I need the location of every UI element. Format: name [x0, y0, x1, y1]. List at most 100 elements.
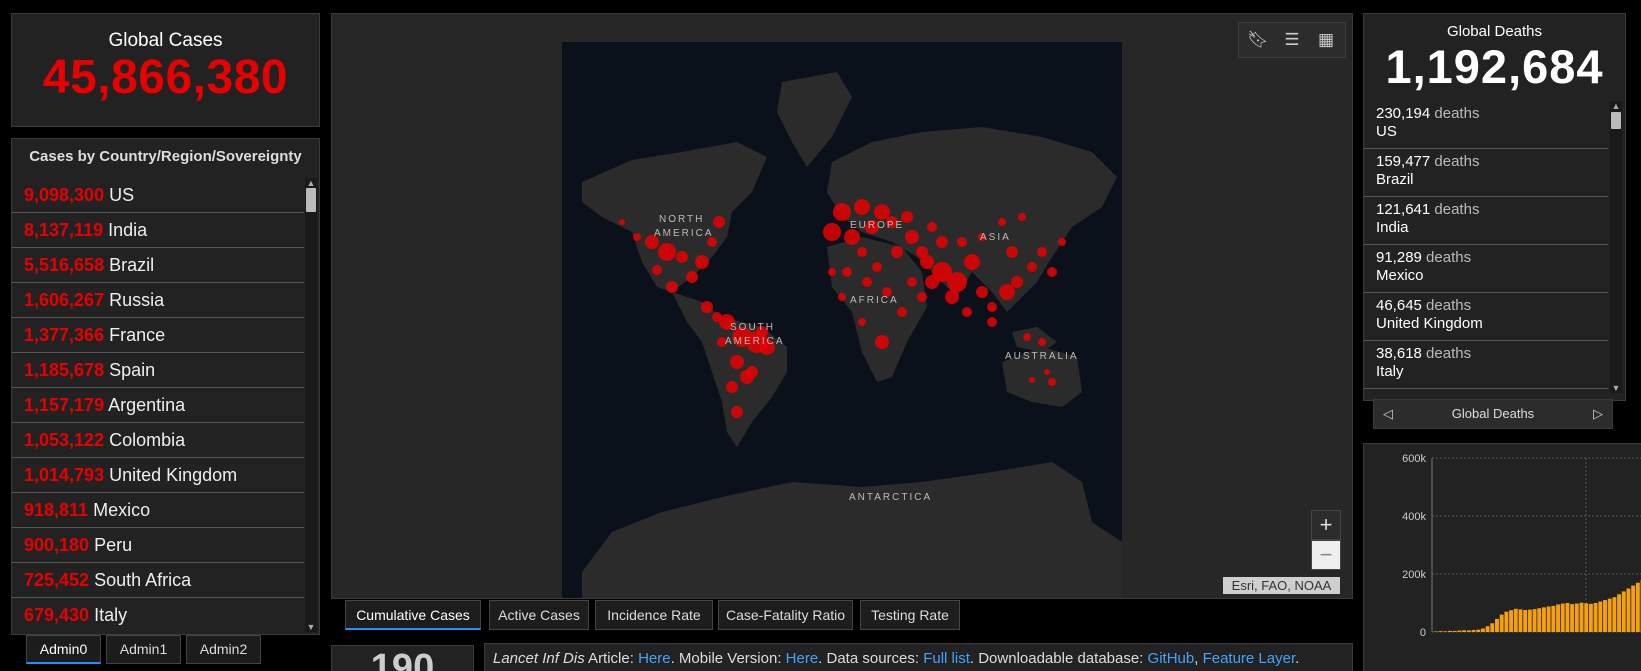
- chart-bar[interactable]: [1462, 630, 1467, 632]
- case-dot[interactable]: [695, 255, 709, 269]
- chart-bar[interactable]: [1621, 591, 1626, 632]
- list-item[interactable]: 46,645 deaths United Kingdom: [1364, 293, 1608, 341]
- case-dot[interactable]: [844, 229, 860, 245]
- case-dot[interactable]: [833, 203, 851, 221]
- case-dot[interactable]: [1058, 238, 1066, 246]
- github-link[interactable]: GitHub: [1148, 650, 1195, 667]
- chart-bar[interactable]: [1471, 629, 1476, 632]
- list-item[interactable]: 900,180 Peru: [12, 528, 304, 563]
- chart-bar[interactable]: [1499, 614, 1504, 632]
- chart-bar[interactable]: [1443, 631, 1448, 632]
- chart-bar[interactable]: [1603, 600, 1607, 632]
- scroll-thumb[interactable]: [306, 188, 316, 212]
- case-dot[interactable]: [947, 272, 967, 292]
- case-dot[interactable]: [686, 271, 698, 283]
- case-dot[interactable]: [712, 312, 722, 322]
- list-item[interactable]: 1,014,793 United Kingdom: [12, 458, 304, 493]
- chart-bar[interactable]: [1607, 598, 1612, 632]
- case-dot[interactable]: [1048, 378, 1056, 386]
- list-item[interactable]: 1,185,678 Spain: [12, 353, 304, 388]
- bookmark-icon[interactable]: 🔖︎: [1247, 29, 1269, 51]
- list-item[interactable]: 1,157,179 Argentina: [12, 388, 304, 423]
- chart-bar[interactable]: [1617, 594, 1622, 632]
- case-dot[interactable]: [858, 318, 866, 326]
- zoom-in-button[interactable]: +: [1311, 510, 1341, 540]
- chart-bar[interactable]: [1542, 607, 1546, 632]
- case-dot[interactable]: [658, 243, 676, 261]
- case-dot[interactable]: [987, 302, 997, 312]
- chart-bar[interactable]: [1480, 628, 1485, 632]
- chart-bar[interactable]: [1527, 609, 1532, 632]
- case-dot[interactable]: [1044, 369, 1050, 375]
- chart-bar[interactable]: [1466, 630, 1471, 632]
- chart-bar[interactable]: [1579, 602, 1584, 632]
- scroll-thumb[interactable]: [1611, 112, 1621, 129]
- chart-bar[interactable]: [1457, 630, 1462, 632]
- case-dot[interactable]: [945, 290, 959, 304]
- world-map[interactable]: NORTH AMERICA EUROPE ASIA AFRICA SOUTH A…: [562, 42, 1122, 599]
- tab-testing-rate[interactable]: Testing Rate: [860, 600, 960, 630]
- chart-bar[interactable]: [1518, 609, 1523, 632]
- case-dot[interactable]: [730, 355, 744, 369]
- case-dot[interactable]: [1037, 247, 1047, 257]
- case-dot[interactable]: [872, 262, 882, 272]
- chart-bar[interactable]: [1504, 611, 1509, 632]
- chart-bar[interactable]: [1588, 603, 1593, 632]
- chart-bar[interactable]: [1551, 605, 1556, 632]
- scroll-down-icon[interactable]: ▼: [1610, 383, 1622, 393]
- cases-list-scrollbar[interactable]: ▲ ▼: [305, 178, 317, 632]
- case-dot[interactable]: [905, 230, 919, 244]
- chart-bar[interactable]: [1565, 603, 1570, 632]
- case-dot[interactable]: [891, 246, 903, 258]
- chart-bar[interactable]: [1560, 603, 1565, 632]
- case-dot[interactable]: [701, 301, 713, 313]
- case-dot[interactable]: [936, 236, 948, 248]
- case-dot[interactable]: [676, 251, 688, 263]
- case-dot[interactable]: [927, 222, 937, 232]
- case-dot[interactable]: [1011, 276, 1023, 288]
- list-item[interactable]: 1,377,366 France: [12, 318, 304, 353]
- tab-active-cases[interactable]: Active Cases: [489, 600, 589, 630]
- list-item[interactable]: 1,606,267 Russia: [12, 283, 304, 318]
- chart-bar[interactable]: [1523, 609, 1528, 632]
- case-dot[interactable]: [920, 255, 934, 269]
- case-dot[interactable]: [897, 307, 907, 317]
- case-dot[interactable]: [666, 281, 678, 293]
- case-dot[interactable]: [1047, 267, 1057, 277]
- chart-bar[interactable]: [1532, 609, 1537, 632]
- case-dot[interactable]: [964, 254, 980, 270]
- case-dot[interactable]: [957, 237, 967, 247]
- list-item[interactable]: 8,137,119 India: [12, 213, 304, 248]
- list-item[interactable]: 36,605 deaths: [1364, 389, 1608, 393]
- case-dot[interactable]: [1038, 338, 1046, 346]
- case-dot[interactable]: [838, 293, 846, 301]
- chart-bar[interactable]: [1509, 610, 1514, 632]
- case-dot[interactable]: [976, 286, 988, 298]
- chart-bar[interactable]: [1495, 618, 1499, 632]
- chart-bar[interactable]: [1612, 597, 1617, 632]
- list-item[interactable]: 918,811 Mexico: [12, 493, 304, 528]
- list-item[interactable]: 121,641 deaths India: [1364, 197, 1608, 245]
- case-dot[interactable]: [857, 247, 867, 257]
- list-item[interactable]: 159,477 deaths Brazil: [1364, 149, 1608, 197]
- case-dot[interactable]: [1029, 377, 1035, 383]
- chart-bar[interactable]: [1513, 608, 1518, 632]
- case-dot[interactable]: [1018, 213, 1026, 221]
- chart-bar[interactable]: [1593, 603, 1598, 632]
- full-list-link[interactable]: Full list: [923, 650, 970, 667]
- tab-case-fatality-ratio[interactable]: Case-Fatality Ratio: [718, 600, 853, 630]
- list-item[interactable]: 1,053,122 Colombia: [12, 423, 304, 458]
- scroll-up-icon[interactable]: ▲: [305, 178, 317, 188]
- list-item[interactable]: 5,516,658 Brazil: [12, 248, 304, 283]
- case-dot[interactable]: [823, 223, 841, 241]
- case-dot[interactable]: [862, 277, 872, 287]
- chart-bar[interactable]: [1485, 626, 1490, 632]
- chart-bar[interactable]: [1448, 630, 1452, 632]
- chart-bar[interactable]: [1537, 608, 1542, 632]
- case-dot[interactable]: [619, 219, 625, 225]
- case-dot[interactable]: [746, 366, 758, 378]
- feature-layer-link[interactable]: Feature Layer: [1203, 650, 1296, 667]
- legend-list-icon[interactable]: ☰: [1281, 29, 1303, 51]
- tab-admin2[interactable]: Admin2: [186, 635, 261, 664]
- tab-incidence-rate[interactable]: Incidence Rate: [595, 600, 713, 630]
